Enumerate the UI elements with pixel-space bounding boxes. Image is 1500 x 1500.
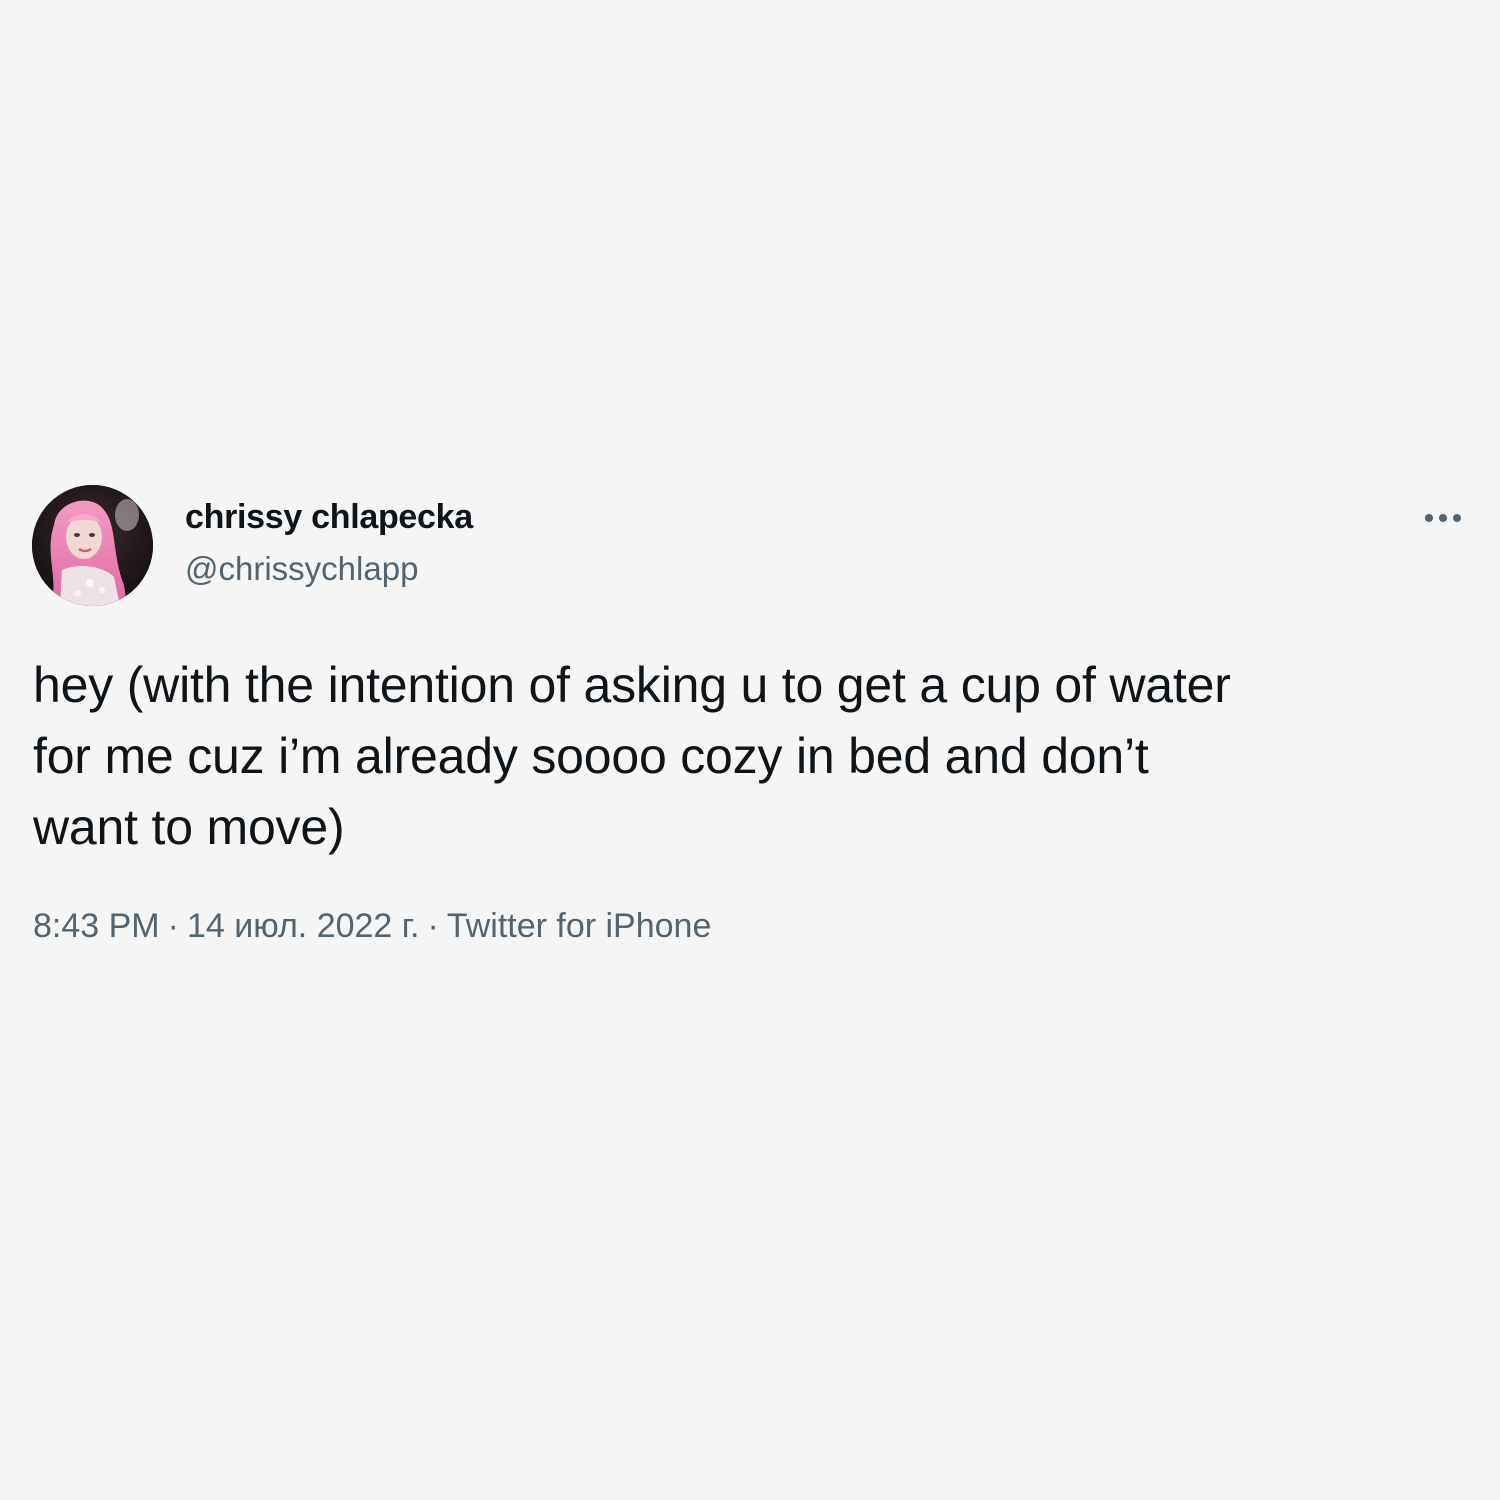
tweet-text: hey (with the intention of asking u to g…: [33, 657, 1231, 855]
avatar-image: [32, 485, 153, 606]
tweet-date[interactable]: 14 июл. 2022 г.: [187, 907, 420, 945]
tweet-meta: 8:43 PM · 14 июл. 2022 г. · Twitter for iPho…: [33, 907, 711, 946]
tweet-source[interactable]: Twitter for iPhone: [447, 907, 712, 945]
tweet-card: chrissy chlapecka @chrissychlapp hey (wi…: [0, 0, 1500, 1500]
display-name[interactable]: chrissy chlapecka: [185, 498, 473, 537]
avatar[interactable]: [32, 485, 153, 606]
more-horizontal-icon: [1425, 514, 1461, 522]
tweet-time[interactable]: 8:43 PM: [33, 907, 160, 945]
more-options-button[interactable]: [1418, 500, 1468, 536]
meta-separator: ·: [427, 907, 439, 945]
meta-separator: ·: [167, 907, 179, 945]
user-handle[interactable]: @chrissychlapp: [185, 550, 418, 588]
